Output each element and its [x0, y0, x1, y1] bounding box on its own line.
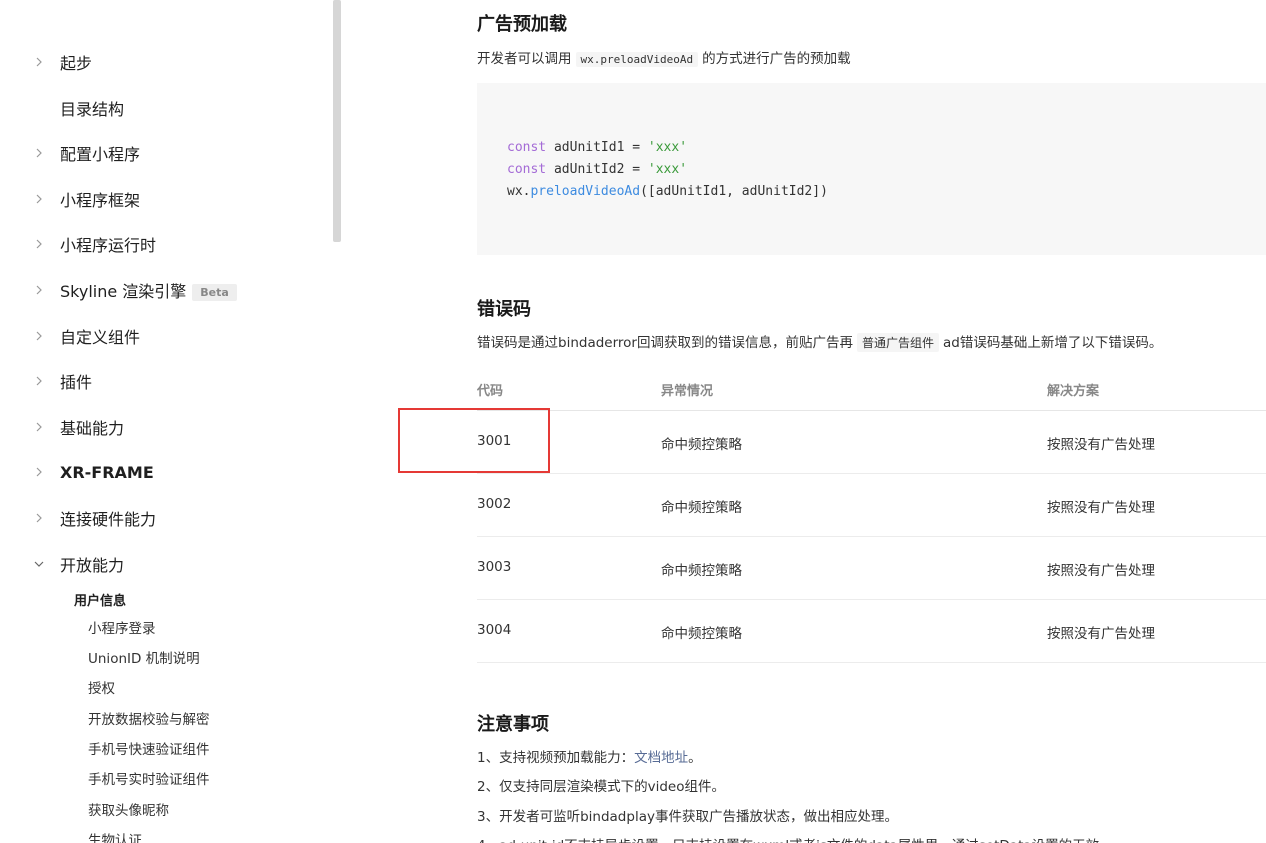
sidebar-item-label: XR-FRAME	[60, 462, 154, 482]
table-cell-solution: 按照没有广告处理	[1047, 626, 1155, 642]
code-args: ([adUnitId1, adUnitId2])	[640, 184, 828, 199]
table-header-situation: 异常情况	[661, 384, 714, 399]
main-content: 广告预加载 开发者可以调用 wx.preloadVideoAd 的方式进行广告的预加…	[342, 0, 1266, 843]
table-cell-code: 3002	[477, 496, 512, 512]
code-var: adUnitId1 =	[546, 140, 648, 155]
sidebar-subitem-phone-quick[interactable]: 手机号快速验证组件	[88, 738, 210, 758]
sidebar-item-label: 连接硬件能力	[60, 510, 157, 529]
inline-code: wx.preloadVideoAd	[575, 52, 699, 67]
chevron-right-icon	[33, 193, 45, 205]
code-content: const adUnitId1 = 'xxx' const adUnitId2 …	[507, 137, 828, 203]
note-2: 2、仅支持同层渲染模式下的video组件。	[477, 779, 725, 795]
table-row: 3002 命中频控策略 按照没有广告处理	[477, 474, 1266, 537]
sidebar-item-plugin[interactable]: 插件	[0, 366, 330, 396]
sidebar-item-label: 插件	[60, 373, 93, 392]
table-cell-situation: 命中频控策略	[661, 626, 742, 642]
code-keyword: const	[507, 162, 547, 177]
sidebar-item-label: 小程序框架	[60, 191, 141, 210]
chevron-right-icon	[33, 147, 45, 159]
chevron-right-icon	[33, 421, 45, 433]
table-cell-solution: 按照没有广告处理	[1047, 500, 1155, 516]
sidebar-item-basic-ability[interactable]: 基础能力	[0, 412, 330, 442]
beta-badge: Beta	[192, 284, 237, 301]
note-1: 1、支持视频预加载能力：文档地址。	[477, 746, 702, 766]
code-function: preloadVideoAd	[530, 184, 641, 199]
note-1-text: 1、支持视频预加载能力：	[477, 750, 635, 766]
section-title-notes: 注意事项	[477, 714, 549, 735]
errors-desc-text: 错误码是通过bindaderror回调获取到的错误信息，前贴广告再	[477, 335, 853, 351]
chevron-right-icon	[33, 466, 45, 478]
chevron-down-icon	[33, 558, 45, 570]
code-keyword: const	[507, 140, 547, 155]
sidebar-scrollbar-thumb[interactable]	[333, 0, 341, 242]
sidebar-item-hardware[interactable]: 连接硬件能力	[0, 503, 330, 533]
sidebar-item-label: 自定义组件	[60, 328, 141, 347]
sidebar-item-start[interactable]: 起步	[0, 47, 330, 77]
doc-link[interactable]: 文档地址	[634, 750, 688, 766]
errors-desc-text-after: ad错误码基础上新增了以下错误码。	[943, 335, 1163, 351]
table-row: 3004 命中频控策略 按照没有广告处理	[477, 600, 1266, 663]
code-object: wx.	[507, 184, 531, 199]
sidebar-item-skyline[interactable]: Skyline 渲染引擎 Beta	[0, 275, 330, 305]
sidebar-item-label: 起步	[60, 54, 93, 73]
preload-desc-text-after: 的方式进行广告的预加载	[702, 51, 851, 67]
chevron-right-icon	[33, 375, 45, 387]
sidebar-subitem-avatar[interactable]: 获取头像昵称	[88, 799, 169, 819]
sidebar-subitem-phone-realtime[interactable]: 手机号实时验证组件	[88, 768, 210, 788]
note-3: 3、开发者可监听bindadplay事件获取广告播放状态，做出相应处理。	[477, 809, 898, 825]
sidebar-item-config[interactable]: 配置小程序	[0, 138, 330, 168]
preload-desc-text: 开发者可以调用	[477, 51, 572, 67]
table-cell-solution: 按照没有广告处理	[1047, 563, 1155, 579]
sidebar-item-label: 配置小程序	[60, 145, 141, 164]
sidebar-item-open-ability[interactable]: 开放能力	[0, 549, 330, 579]
chevron-right-icon	[33, 56, 45, 68]
preload-description: 开发者可以调用 wx.preloadVideoAd 的方式进行广告的预加载	[477, 47, 851, 67]
chevron-right-icon	[33, 238, 45, 250]
table-cell-situation: 命中频控策略	[661, 500, 742, 516]
sidebar-item-label: 开放能力	[60, 556, 125, 575]
sidebar-item-text: Skyline 渲染引擎	[60, 282, 187, 301]
table-row: 3001 命中频控策略 按照没有广告处理	[477, 411, 1266, 474]
code-string: 'xxx'	[647, 140, 688, 155]
section-title-preload: 广告预加载	[477, 14, 567, 35]
table-cell-solution: 按照没有广告处理	[1047, 437, 1155, 453]
sidebar-item-directory[interactable]: 目录结构	[0, 93, 330, 123]
sidebar-subitem-authorize[interactable]: 授权	[88, 677, 115, 697]
errors-description: 错误码是通过bindaderror回调获取到的错误信息，前贴广告再 普通广告组件 a…	[477, 331, 1162, 352]
table-cell-situation: 命中频控策略	[661, 563, 742, 579]
table-header-solution: 解决方案	[1047, 384, 1100, 399]
table-cell-code: 3004	[477, 622, 512, 638]
sidebar-subitem-login[interactable]: 小程序登录	[88, 617, 156, 637]
code-var: adUnitId2 =	[546, 162, 648, 177]
sidebar-item-label: Skyline 渲染引擎 Beta	[60, 278, 237, 302]
sidebar-subitem-decrypt[interactable]: 开放数据校验与解密	[88, 708, 210, 728]
table-header-code: 代码	[477, 384, 504, 399]
chevron-right-icon	[33, 284, 45, 296]
inline-code: 普通广告组件	[856, 333, 939, 352]
sidebar-item-custom-component[interactable]: 自定义组件	[0, 321, 330, 351]
sidebar-subitem-bio-auth[interactable]: 生物认证	[88, 829, 142, 843]
sidebar-item-xr-frame[interactable]: XR-FRAME	[0, 457, 330, 487]
chevron-right-icon	[33, 512, 45, 524]
table-row: 3003 命中频控策略 按照没有广告处理	[477, 537, 1266, 600]
note-1-text-after: 。	[688, 750, 702, 766]
sidebar-subheading-user-info: 用户信息	[74, 594, 127, 609]
code-string: 'xxx'	[647, 162, 688, 177]
sidebar-scrollbar[interactable]	[333, 0, 341, 843]
table-cell-code: 3003	[477, 559, 512, 575]
sidebar-item-framework[interactable]: 小程序框架	[0, 184, 330, 214]
highlight-box	[398, 408, 550, 473]
sidebar: 起步 目录结构 配置小程序 小程序框架 小程序运行时 Skyline 渲染引擎 B…	[0, 0, 342, 843]
sidebar-item-label: 目录结构	[60, 100, 125, 119]
table-cell-situation: 命中频控策略	[661, 437, 742, 453]
section-title-errors: 错误码	[477, 299, 531, 320]
note-4: 4、ad-unit-id不支持异步设置，只支持设置在wxml或者js文件的dat…	[477, 834, 1113, 843]
chevron-right-icon	[33, 330, 45, 342]
sidebar-subitem-unionid[interactable]: UnionID 机制说明	[88, 647, 200, 667]
sidebar-item-runtime[interactable]: 小程序运行时	[0, 229, 330, 259]
sidebar-item-label: 基础能力	[60, 419, 125, 438]
error-table-header: 代码 异常情况 解决方案	[477, 378, 1266, 411]
sidebar-item-label: 小程序运行时	[60, 236, 157, 255]
code-block: const adUnitId1 = 'xxx' const adUnitId2 …	[477, 83, 1266, 255]
